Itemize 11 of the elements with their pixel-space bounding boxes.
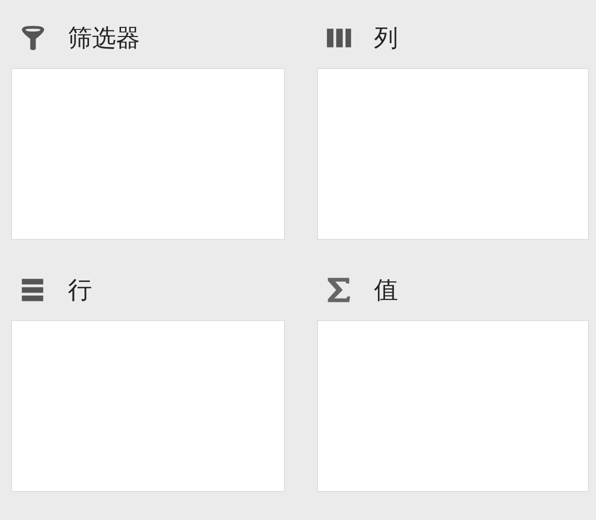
drop-zone[interactable]: [317, 68, 589, 240]
drop-zone[interactable]: [11, 68, 285, 240]
drop-zone[interactable]: [11, 320, 285, 492]
area-label: 筛选器: [68, 23, 140, 54]
area-label: 行: [68, 275, 92, 306]
rows-icon: [20, 277, 46, 303]
area-label: 列: [374, 23, 398, 54]
filter-icon: [20, 25, 46, 51]
drop-zone[interactable]: [317, 320, 589, 492]
sigma-icon: [326, 277, 352, 303]
area-label: 值: [374, 275, 398, 306]
